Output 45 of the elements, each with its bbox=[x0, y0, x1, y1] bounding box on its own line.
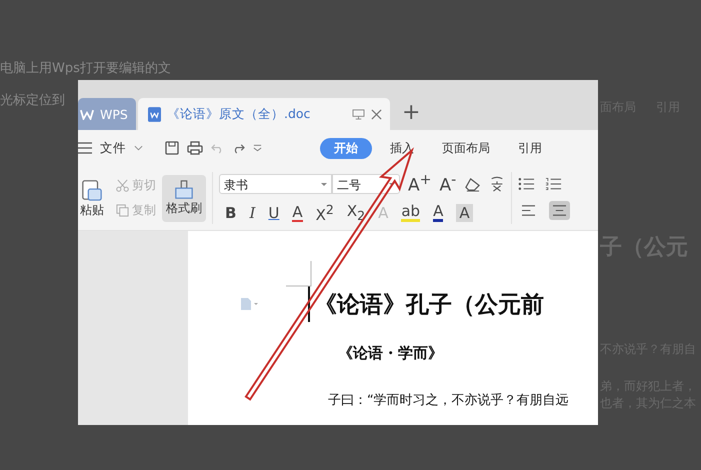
format-painter-button[interactable]: 格式刷 bbox=[162, 174, 206, 222]
brush-icon bbox=[173, 180, 195, 200]
phonetic-guide-icon[interactable] bbox=[489, 176, 506, 192]
menu-icon[interactable] bbox=[78, 142, 92, 154]
ribbon-tab[interactable]: 页面布局 bbox=[432, 138, 500, 158]
print-icon[interactable] bbox=[187, 141, 203, 155]
shrink-font-button[interactable]: A$^{-}$ bbox=[440, 172, 456, 196]
document-tab[interactable]: 《论语》原文（全）.doc bbox=[138, 98, 390, 130]
grow-font-button[interactable]: A$^{+}$ bbox=[408, 172, 432, 196]
document-subtitle: 《论语・学而》 bbox=[338, 344, 444, 363]
format-button[interactable]: B bbox=[225, 204, 236, 222]
document-title: 《论语》孔子（公元前 bbox=[314, 290, 544, 320]
eraser-icon[interactable] bbox=[464, 176, 482, 192]
paste-button[interactable]: 粘贴 bbox=[80, 178, 104, 218]
clipboard-icon bbox=[81, 178, 103, 202]
chevron-down-icon[interactable] bbox=[134, 145, 143, 151]
caption-text: 光标定位到 bbox=[0, 92, 65, 110]
more-icon[interactable] bbox=[253, 144, 262, 152]
format-button[interactable]: U bbox=[268, 204, 280, 222]
file-menu[interactable]: 文件 bbox=[100, 140, 126, 156]
save-icon[interactable] bbox=[165, 141, 179, 155]
document-paragraph: 子曰：“学而时习之，不亦说乎？有朋自远 bbox=[328, 392, 570, 409]
text-cursor bbox=[308, 286, 310, 322]
monitor-icon[interactable] bbox=[352, 108, 365, 120]
format-button[interactable]: I bbox=[249, 204, 256, 222]
bullet-list-icon[interactable] bbox=[518, 176, 536, 190]
new-tab-button[interactable]: + bbox=[402, 100, 420, 126]
font-name-dropdown[interactable]: 隶书 bbox=[219, 174, 332, 194]
margin-corner-mark bbox=[286, 261, 312, 287]
caption-text: 电脑上用Wps打开要编辑的文 bbox=[0, 60, 171, 78]
numbered-list-icon[interactable] bbox=[545, 176, 562, 190]
format-button[interactable]: X$^{2}$ bbox=[316, 202, 334, 224]
copy-icon bbox=[116, 204, 129, 217]
format-button[interactable]: A bbox=[292, 204, 303, 222]
close-icon[interactable] bbox=[371, 108, 382, 120]
font-size-dropdown[interactable]: 二号 bbox=[332, 174, 400, 194]
ribbon-tab[interactable]: 引用 bbox=[508, 138, 552, 158]
document-icon bbox=[148, 106, 161, 122]
format-button[interactable]: A bbox=[456, 204, 473, 222]
scissors-icon bbox=[116, 179, 129, 192]
align-center-button[interactable] bbox=[549, 200, 570, 220]
w-logo-icon bbox=[80, 108, 94, 120]
format-button[interactable]: ab bbox=[401, 203, 420, 222]
redo-icon[interactable] bbox=[232, 142, 245, 154]
format-button[interactable]: A bbox=[433, 203, 444, 222]
